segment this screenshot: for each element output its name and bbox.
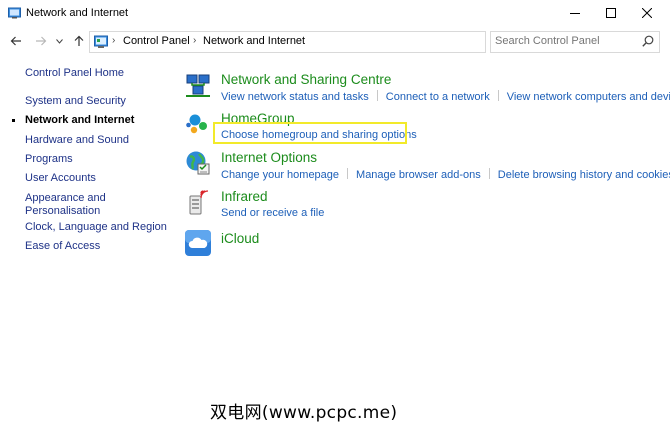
link-send-receive-file[interactable]: Send or receive a file xyxy=(221,207,324,219)
navigation-bar: › Control Panel › Network and Internet xyxy=(0,27,670,55)
search-icon[interactable] xyxy=(642,35,654,47)
title-bar: Network and Internet xyxy=(0,0,670,26)
internet-options-icon[interactable] xyxy=(185,150,211,176)
breadcrumb-separator: › xyxy=(193,35,197,46)
internet-options-links: Change your homepage Manage browser add-o… xyxy=(221,168,670,181)
infrared-links: Send or receive a file xyxy=(221,207,324,219)
sidebar-item-appearance-line2[interactable]: Personalisation xyxy=(25,205,100,218)
icloud-title[interactable]: iCloud xyxy=(221,231,259,246)
sidebar-item-user-accounts[interactable]: User Accounts xyxy=(25,172,96,185)
link-separator xyxy=(488,168,490,179)
search-input[interactable] xyxy=(495,34,635,48)
window-title: Network and Internet xyxy=(26,7,129,19)
control-panel-icon xyxy=(8,7,21,19)
close-button[interactable] xyxy=(624,0,670,26)
chevron-down-icon xyxy=(55,38,63,44)
maximize-icon xyxy=(606,8,616,18)
link-separator xyxy=(497,90,499,101)
arrow-left-icon xyxy=(10,36,21,46)
link-view-network-computers[interactable]: View network computers and devices xyxy=(507,91,670,103)
sidebar-item-system-and-security[interactable]: System and Security xyxy=(25,95,126,108)
active-item-bullet xyxy=(12,119,15,122)
watermark-text: 双电网(www.pcpc.me) xyxy=(210,403,398,423)
infrared-title[interactable]: Infrared xyxy=(221,189,268,204)
link-manage-addons[interactable]: Manage browser add-ons xyxy=(356,169,481,181)
network-sharing-links: View network status and tasks Connect to … xyxy=(221,90,670,103)
category-icloud: iCloud xyxy=(185,230,485,256)
minimize-icon xyxy=(570,13,580,14)
breadcrumb-control-panel[interactable]: Control Panel xyxy=(123,35,190,47)
back-button[interactable] xyxy=(8,33,24,49)
network-sharing-icon[interactable] xyxy=(185,72,211,98)
link-change-homepage[interactable]: Change your homepage xyxy=(221,169,339,181)
search-box[interactable] xyxy=(490,31,660,53)
link-separator xyxy=(347,168,349,179)
icloud-icon[interactable] xyxy=(185,230,211,256)
homegroup-icon[interactable] xyxy=(185,111,211,137)
highlight-box xyxy=(213,122,407,144)
internet-options-title[interactable]: Internet Options xyxy=(221,150,317,165)
up-button[interactable] xyxy=(71,33,87,49)
category-internet-options: Internet Options Change your homepage Man… xyxy=(185,150,670,184)
sidebar-item-ease-of-access[interactable]: Ease of Access xyxy=(25,240,100,253)
network-sharing-title[interactable]: Network and Sharing Centre xyxy=(221,72,391,87)
category-network-sharing: Network and Sharing Centre View network … xyxy=(185,72,670,106)
category-infrared: Infrared Send or receive a file xyxy=(185,189,485,221)
close-icon xyxy=(642,8,652,18)
link-view-network-status[interactable]: View network status and tasks xyxy=(221,91,369,103)
control-panel-location-icon xyxy=(94,35,108,48)
arrow-up-icon xyxy=(74,35,84,46)
sidebar-item-clock-language-region[interactable]: Clock, Language and Region xyxy=(25,221,167,234)
sidebar-item-network-and-internet: Network and Internet xyxy=(25,114,135,126)
infrared-icon[interactable] xyxy=(185,189,211,215)
address-bar[interactable]: › Control Panel › Network and Internet xyxy=(89,31,568,53)
arrow-right-icon xyxy=(36,36,47,46)
breadcrumb-network-and-internet[interactable]: Network and Internet xyxy=(203,35,305,47)
breadcrumb-separator: › xyxy=(112,35,116,46)
sidebar-item-programs[interactable]: Programs xyxy=(25,153,73,166)
link-connect-to-network[interactable]: Connect to a network xyxy=(386,91,490,103)
link-delete-browsing-history[interactable]: Delete browsing history and cookies xyxy=(498,169,670,181)
link-separator xyxy=(376,90,378,101)
sidebar-item-appearance-line1[interactable]: Appearance and xyxy=(25,192,106,205)
sidebar-item-hardware-and-sound[interactable]: Hardware and Sound xyxy=(25,134,129,147)
sidebar-item-control-panel-home[interactable]: Control Panel Home xyxy=(25,67,124,80)
recent-locations-button[interactable] xyxy=(54,33,64,49)
forward-button[interactable] xyxy=(33,33,49,49)
